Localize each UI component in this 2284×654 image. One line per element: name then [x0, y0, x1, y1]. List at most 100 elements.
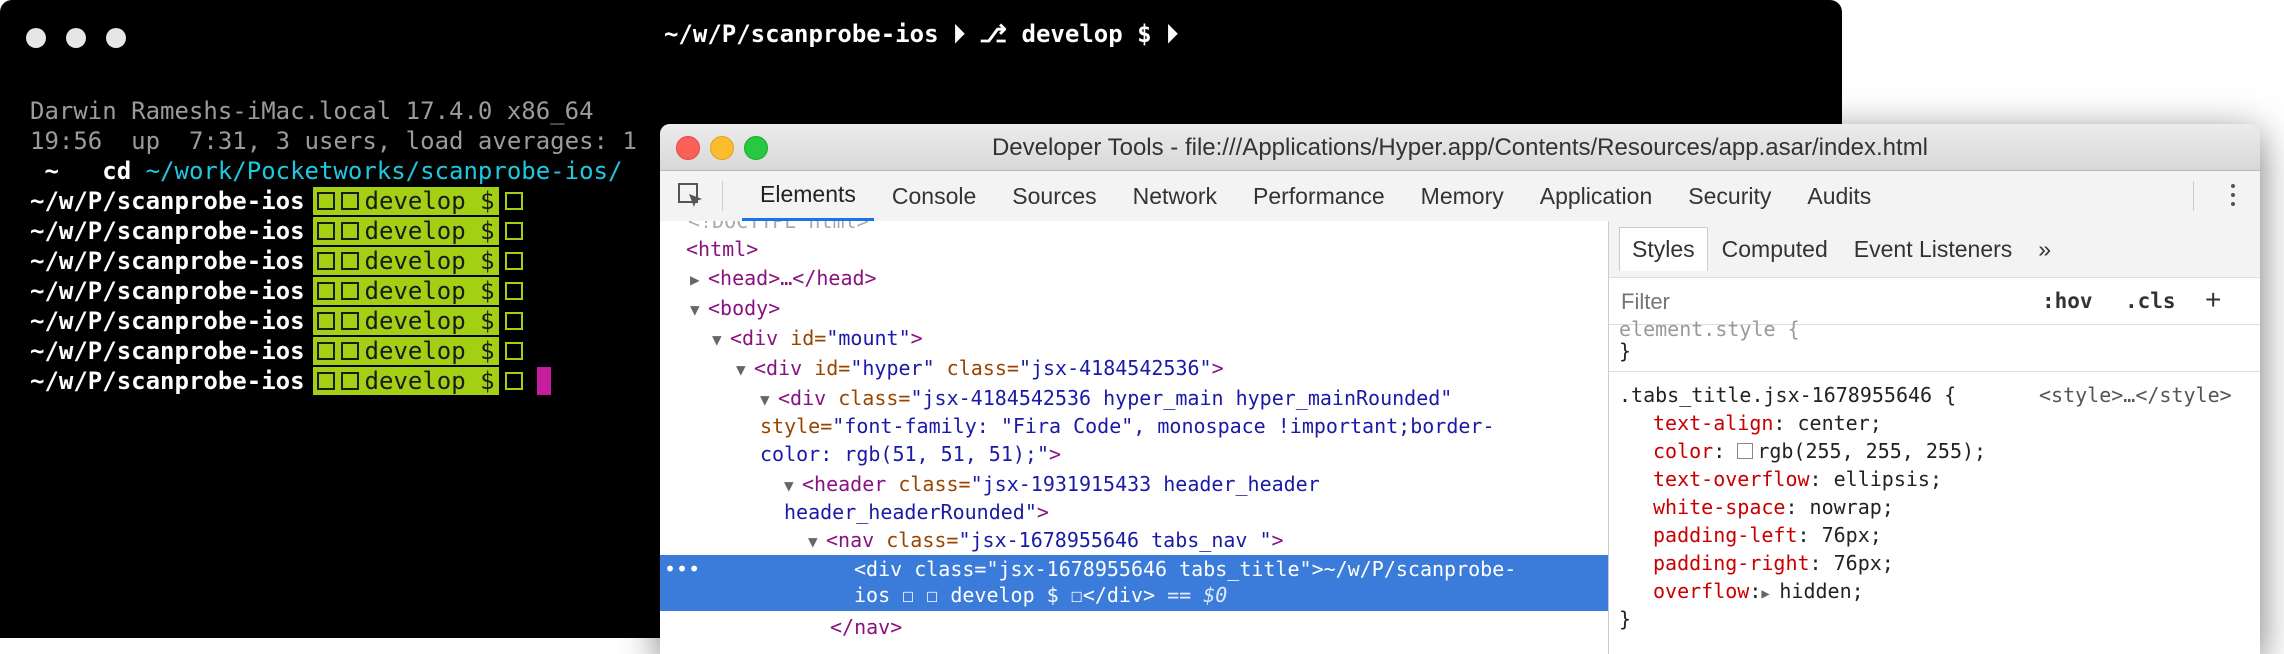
rule-close-brace: } — [1619, 339, 1632, 363]
prompt-line: ~/w/P/scanprobe-ios develop $ — [30, 336, 637, 366]
tab-event-listeners[interactable]: Event Listeners — [1842, 228, 2025, 271]
rule-source-link[interactable]: <style>…</style> — [2039, 381, 2232, 409]
prompt-branch: develop $ — [312, 277, 499, 305]
tag-name: <div — [754, 356, 815, 380]
prompt-glyph-icon — [316, 252, 335, 270]
prompt-end-icon — [504, 282, 523, 300]
tab-application[interactable]: Application — [1522, 171, 1671, 221]
terminal-tab-title[interactable]: ~/w/P/scanprobe-ios ⏵ ⎇ develop $ ⏵ — [0, 20, 1842, 48]
prop-value: ellipsis; — [1833, 467, 1943, 491]
attr-name: class= — [934, 356, 1019, 380]
close-tag: </div> — [1082, 583, 1156, 607]
prompt-glyph-icon — [316, 342, 335, 360]
rule-selector[interactable]: .tabs_title.jsx-1678955646 { — [1619, 381, 1956, 409]
rule-divider — [1609, 371, 2260, 372]
dom-node-head[interactable]: ▶ <head>…</head> — [690, 264, 877, 294]
prompt-path: ~/w/P/scanprobe-ios — [30, 187, 305, 215]
attr-value: "jsx-4184542536 hyper_main hyper_mainRou… — [910, 386, 1453, 410]
dom-node-div-mount[interactable]: ▼ <div id="mount"> — [712, 324, 923, 354]
collapse-triangle-icon[interactable]: ▼ — [736, 356, 754, 384]
attr-name: style= — [760, 414, 833, 438]
tab-security[interactable]: Security — [1670, 171, 1789, 221]
prop-value: 76px; — [1821, 523, 1882, 547]
dom-node-doctype[interactable]: <!DOCTYPE html> — [688, 221, 869, 235]
branch-glyph-icon — [340, 222, 359, 240]
tab-network[interactable]: Network — [1115, 171, 1235, 221]
terminal-output[interactable]: Darwin Rameshs-iMac.local 17.4.0 x86_64 … — [30, 96, 637, 396]
new-rule-icon[interactable]: + — [2205, 284, 2221, 316]
body-tag: <body> — [708, 296, 781, 320]
tag-name: <div — [778, 386, 839, 410]
attr-value: "jsx-1678955646 tabs_nav " — [958, 528, 1272, 552]
hover-state-toggle[interactable]: :hov — [2042, 289, 2093, 313]
dom-node-nav[interactable]: ▼ <nav class="jsx-1678955646 tabs_nav "> — [808, 526, 1284, 556]
devtools-panel-tabs: Elements Console Sources Network Perform… — [660, 171, 2260, 222]
branch-label: develop $ — [364, 307, 495, 335]
tab-performance[interactable]: Performance — [1235, 171, 1403, 221]
selected-dom-node[interactable]: ••• <div class="jsx-1678955646 tabs_titl… — [660, 555, 1608, 611]
css-property[interactable]: overflow:▶ hidden; — [1653, 577, 1864, 608]
collapse-triangle-icon[interactable]: ▼ — [808, 528, 826, 556]
attr-name: id= — [814, 356, 851, 380]
styles-filter-input[interactable] — [1619, 288, 1983, 316]
dom-node-div-hyper[interactable]: ▼ <div id="hyper" class="jsx-4184542536"> — [736, 354, 1224, 384]
branch-label: develop $ — [364, 367, 495, 395]
css-property[interactable]: text-overflow: ellipsis; — [1653, 465, 1942, 493]
dom-node-nav-close[interactable]: </nav> — [830, 613, 902, 641]
css-property[interactable]: padding-right: 76px; — [1653, 549, 1894, 577]
css-property[interactable]: color: rgb(255, 255, 255); — [1653, 437, 1986, 465]
attr-value: "font-family: "Fira Code", monospace !im… — [832, 414, 1495, 438]
more-tabs-icon[interactable]: » — [2026, 228, 2063, 271]
color-swatch-icon[interactable] — [1737, 443, 1754, 459]
branch-glyph-icon — [340, 192, 359, 210]
dom-node-body[interactable]: ▼ <body> — [690, 294, 780, 324]
tab-audits[interactable]: Audits — [1789, 171, 1889, 221]
tab-computed[interactable]: Computed — [1710, 228, 1840, 271]
dom-node-div-main-style-cont: color: rgb(51, 51, 51);"> — [760, 442, 1062, 466]
prompt-end-icon — [504, 252, 523, 270]
element-style-rule[interactable]: element.style { — [1619, 315, 1800, 343]
expand-triangle-icon[interactable]: ▶ — [1761, 580, 1779, 608]
prompt-branch: develop $ — [312, 367, 499, 395]
prop-value: center; — [1797, 411, 1882, 435]
prompt-glyph-icon — [316, 282, 335, 300]
collapse-triangle-icon[interactable]: ▼ — [690, 296, 708, 324]
dom-node-header[interactable]: ▼ <header class="jsx-1931915433 header_he… — [784, 470, 1320, 500]
tab-console[interactable]: Console — [874, 171, 994, 221]
class-toggle[interactable]: .cls — [2125, 289, 2176, 313]
collapse-triangle-icon[interactable]: ▼ — [784, 472, 802, 500]
attr-value: header_headerRounded" — [784, 500, 1037, 524]
attr-name: id= — [790, 326, 827, 350]
dom-node-html[interactable]: <html> — [686, 235, 758, 263]
devtools-titlebar[interactable]: Developer Tools - file:///Applications/H… — [660, 124, 2260, 171]
tab-memory[interactable]: Memory — [1403, 171, 1522, 221]
tab-styles[interactable]: Styles — [1619, 227, 1708, 271]
prop-name: text-align — [1653, 411, 1774, 435]
node-actions-icon[interactable]: ••• — [664, 555, 700, 583]
elements-tree[interactable]: <!DOCTYPE html> <html> ▶ <head>…</head> ▼… — [660, 221, 1609, 654]
css-property[interactable]: white-space: nowrap; — [1653, 493, 1894, 521]
dom-node-header-cont: header_headerRounded"> — [784, 500, 1049, 524]
more-options-icon[interactable] — [2230, 184, 2236, 208]
inspect-element-icon[interactable] — [678, 183, 704, 209]
prop-name: overflow — [1653, 579, 1750, 603]
cd-prefix: ~ cd — [30, 157, 146, 185]
tab-elements[interactable]: Elements — [742, 171, 874, 221]
css-property[interactable]: text-align: center; — [1653, 409, 1882, 437]
node-text: ~/w/P/scanprobe- — [1323, 557, 1517, 581]
expand-triangle-icon[interactable]: ▶ — [690, 266, 708, 294]
collapse-triangle-icon[interactable]: ▼ — [760, 386, 778, 414]
collapse-triangle-icon[interactable]: ▼ — [712, 326, 730, 354]
dom-node-div-main[interactable]: ▼ <div class="jsx-4184542536 hyper_main h… — [760, 384, 1452, 414]
prompt-end-icon — [504, 312, 523, 330]
prompt-end-icon — [504, 372, 523, 390]
html-tag: <html> — [686, 237, 759, 261]
tab-sources[interactable]: Sources — [994, 171, 1114, 221]
prompt-branch: develop $ — [312, 187, 499, 215]
css-property[interactable]: padding-left: 76px; — [1653, 521, 1882, 549]
prompt-path: ~/w/P/scanprobe-ios — [30, 307, 305, 335]
branch-glyph-icon — [340, 252, 359, 270]
cd-path: ~/work/Pocketworks/scanprobe-ios/ — [145, 157, 623, 185]
toolbar-divider — [722, 181, 723, 211]
branch-label: develop $ — [364, 247, 495, 275]
